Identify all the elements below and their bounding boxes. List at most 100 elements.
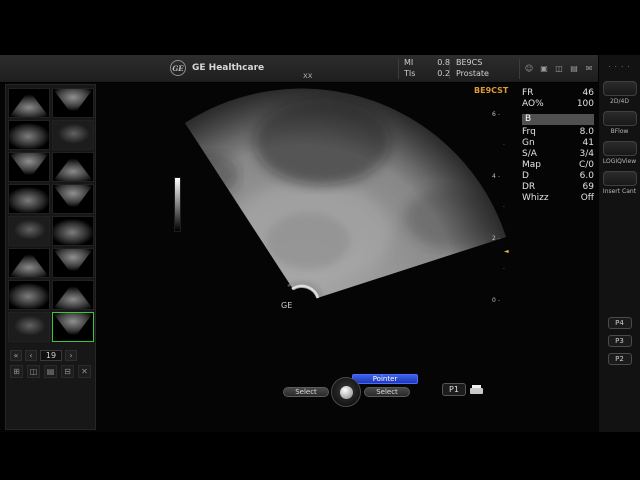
param-value: 6.0 — [580, 171, 594, 182]
mi-label: MI — [404, 58, 413, 67]
thumbnail-1[interactable] — [8, 88, 50, 118]
depth-label-2: 2- — [492, 235, 500, 242]
param-sa: S/A3/4 — [522, 149, 594, 160]
depth-minor-tick-icon: · — [503, 266, 505, 273]
patient-icon[interactable]: ☺ — [524, 64, 534, 73]
insert-cant-button-group: Insert Cant — [599, 171, 640, 195]
param-label: D — [522, 171, 529, 182]
param-value: 100 — [577, 99, 594, 110]
param-label: FR — [522, 88, 533, 99]
thumbnail-7[interactable] — [8, 184, 50, 214]
thumbnail-14[interactable] — [52, 280, 94, 310]
list-view-icon[interactable]: ▤ — [44, 365, 57, 378]
mode-2d4d-button-label: 2D/4D — [599, 98, 640, 105]
depth-label-4: 4- — [492, 173, 500, 180]
tis-readout: TIs 0.2 — [404, 69, 450, 78]
header-divider — [519, 59, 520, 79]
body-marker-icon[interactable]: ◫ — [554, 64, 564, 73]
pager-first-button[interactable]: « — [10, 350, 22, 361]
depth-tick-icon: - — [498, 297, 500, 304]
depth-number: 4 — [492, 173, 496, 180]
depth-label-0: 0- — [492, 297, 500, 304]
image-parameters-top: FR 46AO%100 — [522, 88, 594, 110]
focus-marker[interactable]: ◄ — [504, 248, 509, 255]
mi-value: 0.8 — [437, 58, 450, 67]
param-label: S/A — [522, 149, 537, 160]
thumbnail-13[interactable] — [8, 280, 50, 310]
bflow-button[interactable] — [603, 111, 637, 126]
rail-print-keys: P4 P3 P2 — [599, 317, 640, 371]
probe-icon[interactable]: ▣ — [539, 64, 549, 73]
p4-key[interactable]: P4 — [608, 317, 632, 329]
thumbnail-6[interactable] — [52, 152, 94, 182]
depth-number: 0 — [492, 297, 496, 304]
mi-readout: MI 0.8 — [404, 58, 450, 67]
param-d: D 6.0 — [522, 171, 594, 182]
thumbnail-11[interactable] — [8, 248, 50, 278]
thumbnail-8[interactable] — [52, 184, 94, 214]
rail-menu-dots[interactable]: · · · · — [599, 63, 640, 71]
depth-minor-tick-icon: · — [503, 204, 505, 211]
thumbnail-5[interactable] — [8, 152, 50, 182]
thumbnail-2[interactable] — [52, 88, 94, 118]
brand-name: GE Healthcare — [192, 63, 264, 73]
ultrasound-app-screen: GE GE Healthcare xx MI 0.8 TIs 0.2 BE9CS… — [0, 0, 640, 480]
annotation-icon[interactable]: ▤ — [569, 64, 579, 73]
param-label: Gn — [522, 138, 535, 149]
param-whizz: Whizz Off — [522, 193, 594, 204]
param-value: 8.0 — [580, 127, 594, 138]
pager-next-button[interactable]: › — [65, 350, 77, 361]
bflow-button-label: BFlow — [599, 128, 640, 135]
depth-number: 6 — [492, 111, 496, 118]
param-value: C/0 — [579, 160, 594, 171]
compare-icon[interactable]: ⊟ — [61, 365, 74, 378]
depth-minor-tick-icon: · — [503, 142, 505, 149]
insert-cant-button-label: Insert Cant — [599, 188, 640, 195]
param-map: MapC/0 — [522, 160, 594, 171]
image-parameters-list: Frq8.0Gn41S/A3/4MapC/0D6.0DR69WhizzOff — [522, 127, 594, 204]
select-right-button[interactable]: Select — [364, 387, 410, 397]
thumbnail-10[interactable] — [52, 216, 94, 246]
param-value: 41 — [583, 138, 594, 149]
trackball[interactable] — [331, 377, 361, 407]
param-ao: AO%100 — [522, 99, 594, 110]
thumbnail-16[interactable] — [52, 312, 94, 342]
thumbnail-4[interactable] — [52, 120, 94, 150]
logiqview-button[interactable] — [603, 141, 637, 156]
layout-split-icon[interactable]: ◫ — [27, 365, 40, 378]
active-preset-name[interactable]: Prostate — [456, 69, 489, 78]
header-divider — [398, 59, 399, 79]
thumbnail-9[interactable] — [8, 216, 50, 246]
depth-label-6: 6- — [492, 111, 500, 118]
delete-icon[interactable]: ✕ — [78, 365, 91, 378]
report-icon[interactable]: ✉ — [584, 64, 594, 73]
thumbnail-15[interactable] — [8, 312, 50, 342]
p2-key[interactable]: P2 — [608, 353, 632, 365]
clipboard-pager: «‹19› — [10, 350, 77, 361]
layout-grid-icon[interactable]: ⊞ — [10, 365, 23, 378]
bflow-button-group: BFlow — [599, 111, 640, 135]
select-left-button[interactable]: Select — [283, 387, 329, 397]
trackball-ball-icon — [340, 386, 353, 399]
param-fr: FR 46 — [522, 88, 594, 99]
param-value: 46 — [583, 88, 594, 99]
ge-logo-icon: GE — [170, 60, 186, 76]
depth-tick-icon: - — [498, 173, 500, 180]
ultrasound-image[interactable]: GE — [150, 83, 522, 375]
param-label: Frq — [522, 127, 536, 138]
pager-prev-button[interactable]: ‹ — [25, 350, 37, 361]
mode-2d4d-button[interactable] — [603, 81, 637, 96]
param-label: Whizz — [522, 193, 549, 204]
p1-print-button[interactable]: P1 — [442, 383, 466, 396]
param-frq: Frq 8.0 — [522, 127, 594, 138]
active-probe-name[interactable]: BE9CS — [456, 58, 482, 67]
title-bar: GE GE Healthcare xx MI 0.8 TIs 0.2 BE9CS… — [0, 55, 598, 83]
insert-cant-button[interactable] — [603, 171, 637, 186]
p3-key[interactable]: P3 — [608, 335, 632, 347]
thumbnail-3[interactable] — [8, 120, 50, 150]
image-clipboard-panel: «‹19› ⊞ ◫ ▤ ⊟ ✕ — [5, 84, 96, 430]
param-value: Off — [581, 193, 594, 204]
pointer-button[interactable]: Pointer — [352, 374, 418, 384]
thumbnail-12[interactable] — [52, 248, 94, 278]
logiqview-button-group: LOGIQView — [599, 141, 640, 165]
